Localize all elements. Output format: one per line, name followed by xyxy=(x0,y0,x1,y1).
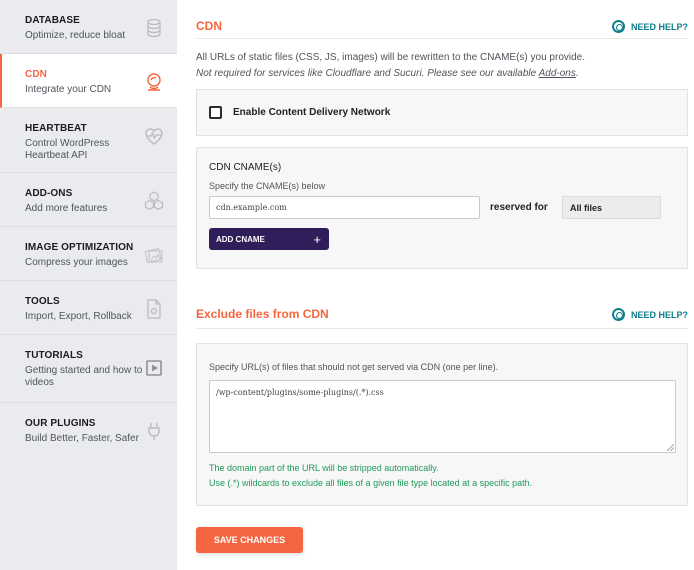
intro-text: Not required for services like Cloudflar… xyxy=(196,68,539,79)
sidebar-item-desc: Build Better, Faster, Safer xyxy=(25,433,139,444)
addons-icon xyxy=(144,191,164,210)
sidebar-item-desc: Optimize, reduce bloat xyxy=(25,30,126,41)
play-icon xyxy=(146,360,162,376)
exclude-panel: Specify URL(s) of files that should not … xyxy=(196,343,688,506)
intro-line-italic: Not required for services like Cloudflar… xyxy=(196,66,585,82)
sidebar: DATABASE Optimize, reduce bloat CDN Inte… xyxy=(0,0,177,570)
cdn-icon xyxy=(147,73,161,91)
exclude-note: The domain part of the URL will be strip… xyxy=(209,463,439,473)
divider xyxy=(196,38,688,39)
addons-link[interactable]: Add-ons xyxy=(539,68,576,79)
database-icon xyxy=(147,18,161,38)
intro-text: . xyxy=(575,68,579,79)
cname-title: CDN CNAME(s) xyxy=(209,162,282,173)
sidebar-item-image-optimization[interactable]: IMAGE OPTIMIZATION Compress your images xyxy=(0,227,177,281)
sidebar-item-desc: Getting started and how to videos xyxy=(25,365,143,388)
cname-input[interactable]: cdn.example.com xyxy=(209,196,480,219)
help-icon xyxy=(611,20,625,33)
sidebar-item-cdn[interactable]: CDN Integrate your CDN xyxy=(0,54,177,108)
enable-cdn-panel: Enable Content Delivery Network xyxy=(196,89,688,136)
cdn-intro: All URLs of static files (CSS, JS, image… xyxy=(196,50,585,82)
sidebar-item-addons[interactable]: ADD-ONS Add more features xyxy=(0,173,177,227)
textarea-value: /wp-content/plugins/some-plugins/(.*).cs… xyxy=(216,388,384,397)
cdn-need-help-link[interactable]: NEED HELP? xyxy=(611,20,688,33)
intro-line: All URLs of static files (CSS, JS, image… xyxy=(196,52,586,63)
divider xyxy=(196,328,688,329)
sidebar-item-desc: Control WordPress Heartbeat API xyxy=(25,138,110,161)
sidebar-item-heartbeat[interactable]: HEARTBEAT Control WordPress Heartbeat AP… xyxy=(0,108,177,173)
sidebar-item-our-plugins[interactable]: OUR PLUGINS Build Better, Faster, Safer xyxy=(0,403,177,457)
sidebar-item-database[interactable]: DATABASE Optimize, reduce bloat xyxy=(0,0,177,54)
save-changes-button[interactable]: SAVE CHANGES xyxy=(196,527,303,553)
sidebar-item-tutorials[interactable]: TUTORIALS Getting started and how to vid… xyxy=(0,335,177,403)
sidebar-item-tools[interactable]: TOOLS Import, Export, Rollback xyxy=(0,281,177,335)
image-icon xyxy=(144,248,163,263)
exclude-description: Specify URL(s) of files that should not … xyxy=(209,362,499,372)
add-cname-label: ADD CNAME xyxy=(216,234,265,244)
plug-icon xyxy=(148,423,160,440)
tools-icon xyxy=(147,299,161,319)
cname-subtitle: Specify the CNAME(s) below xyxy=(209,181,326,191)
reserved-for-label: reserved for xyxy=(490,202,548,213)
sidebar-item-desc: Integrate your CDN xyxy=(25,84,112,95)
need-help-label: NEED HELP? xyxy=(630,309,688,320)
enable-cdn-label: Enable Content Delivery Network xyxy=(233,107,391,118)
enable-cdn-checkbox[interactable] xyxy=(209,106,222,119)
help-icon xyxy=(611,308,625,321)
plus-icon: + xyxy=(313,231,321,247)
main-content: CDN NEED HELP? All URLs of static files … xyxy=(177,0,694,570)
heartbeat-icon xyxy=(145,128,163,145)
exclude-need-help-link[interactable]: NEED HELP? xyxy=(611,308,688,321)
cname-panel: CDN CNAME(s) Specify the CNAME(s) below … xyxy=(196,147,688,269)
sidebar-item-desc: Import, Export, Rollback xyxy=(25,311,132,322)
exclude-section-title: Exclude files from CDN xyxy=(196,307,329,321)
enable-cdn-toggle[interactable]: Enable Content Delivery Network xyxy=(197,90,687,135)
cdn-section-title: CDN xyxy=(196,19,222,33)
sidebar-item-desc: Compress your images xyxy=(25,257,128,268)
exclude-urls-textarea[interactable]: /wp-content/plugins/some-plugins/(.*).cs… xyxy=(209,380,676,453)
resize-grip-icon[interactable] xyxy=(667,444,674,451)
need-help-label: NEED HELP? xyxy=(630,21,688,32)
add-cname-button[interactable]: ADD CNAME + xyxy=(209,228,329,250)
reserved-for-select[interactable]: All files xyxy=(562,196,661,219)
exclude-note: Use (.*) wildcards to exclude all files … xyxy=(209,478,533,488)
sidebar-item-desc: Add more features xyxy=(25,203,108,214)
